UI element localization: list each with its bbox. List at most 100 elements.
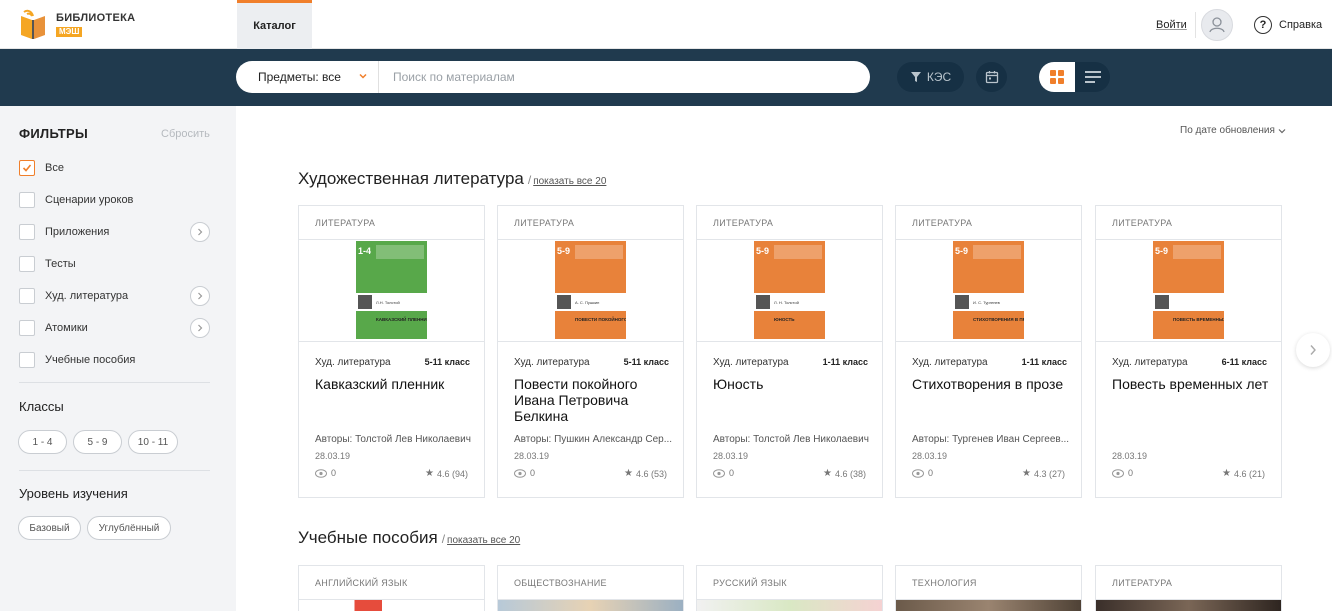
card-title[interactable]: Кавказский пленник xyxy=(315,376,472,392)
card-cover[interactable] xyxy=(896,600,1081,611)
grid-view-button[interactable] xyxy=(1039,62,1075,92)
kes-filter-button[interactable]: КЭС xyxy=(897,62,964,92)
top-header: БИБЛИОТЕКА МЭШ Каталог Войти ? Справка xyxy=(0,0,1332,49)
filter-item[interactable]: Приложения xyxy=(19,222,214,242)
list-view-button[interactable] xyxy=(1075,62,1110,92)
card-cover[interactable] xyxy=(498,600,683,611)
filter-label: Атомики xyxy=(45,322,88,334)
card-subject: ЛИТЕРАТУРА xyxy=(299,206,484,240)
svg-text:СТИХОТВОРЕНИЯ В ПРОЗЕ: СТИХОТВОРЕНИЯ В ПРОЗЕ xyxy=(973,317,1024,322)
divider xyxy=(19,470,210,471)
views-count: 0 xyxy=(331,468,337,478)
svg-text:Л. Н. Толстой: Л. Н. Толстой xyxy=(774,300,799,305)
filter-item[interactable]: Учебные пособия xyxy=(19,350,214,370)
rating-value: 4.6 (94) xyxy=(436,468,468,479)
sort-dropdown[interactable]: По дате обновления xyxy=(1180,125,1286,136)
search-box: Предметы: все xyxy=(236,61,870,93)
card-cover[interactable]: 1-4 Л.Н. Толстой КАВКАЗСКИЙ ПЛЕННИК xyxy=(299,240,484,342)
card-title[interactable]: Повести покойного Ивана Петровича Белкин… xyxy=(514,376,671,424)
subject-select[interactable]: Предметы: все xyxy=(236,61,379,93)
material-card[interactable]: ЛИТЕРАТУРА 1-4 Л.Н. Толстой КАВКАЗСКИЙ ПЛЕН… xyxy=(298,205,485,498)
expand-arrow-icon[interactable] xyxy=(190,318,210,338)
card-rating: ★ 4.6 (94) xyxy=(425,468,468,479)
filter-checkbox[interactable] xyxy=(19,352,35,368)
views-count: 0 xyxy=(530,468,536,478)
card-subject: РУССКИЙ ЯЗЫК xyxy=(697,566,882,600)
card-views: 0 xyxy=(1112,468,1133,478)
card-type: Худ. литература xyxy=(315,357,391,368)
library-logo[interactable]: БИБЛИОТЕКА МЭШ xyxy=(18,8,135,40)
question-icon: ? xyxy=(1254,16,1272,34)
grid-icon xyxy=(1050,70,1064,84)
logo-subtitle: МЭШ xyxy=(56,26,83,37)
views-count: 0 xyxy=(729,468,735,478)
card-cover[interactable]: 5-9 Л. Н. Толстой ЮНОСТЬ xyxy=(697,240,882,342)
filter-checkbox[interactable] xyxy=(19,224,35,240)
view-toggle xyxy=(1039,62,1110,92)
svg-text:Л.Н. Толстой: Л.Н. Толстой xyxy=(376,300,400,305)
tab-catalog[interactable]: Каталог xyxy=(237,0,312,49)
calendar-button[interactable] xyxy=(976,62,1007,92)
filters-title: ФИЛЬТРЫ xyxy=(19,126,89,141)
card-title[interactable]: Стихотворения в прозе xyxy=(912,376,1069,392)
section-title-textbooks: Учебные пособия / показать все 20 xyxy=(298,528,520,548)
filter-icon xyxy=(910,72,921,82)
avatar[interactable] xyxy=(1201,9,1233,41)
card-title[interactable]: Повесть временных лет xyxy=(1112,376,1269,392)
material-card[interactable]: РУССКИЙ ЯЗЫК xyxy=(696,565,883,611)
help-link[interactable]: ? Справка xyxy=(1254,16,1322,34)
filter-item[interactable]: Сценарии уроков xyxy=(19,190,214,210)
expand-arrow-icon[interactable] xyxy=(190,286,210,306)
level-pill-basic[interactable]: Базовый xyxy=(18,516,81,540)
svg-text:А. С. Пушкин: А. С. Пушкин xyxy=(575,300,599,305)
book-cover-image: 1-4 Л.Н. Толстой КАВКАЗСКИЙ ПЛЕННИК xyxy=(356,241,427,339)
material-card[interactable]: АНГЛИЙСКИЙ ЯЗЫК xyxy=(298,565,485,611)
rating-value: 4.3 (27) xyxy=(1033,468,1065,479)
card-date: 28.03.19 xyxy=(315,451,351,461)
material-card[interactable]: ТЕХНОЛОГИЯ xyxy=(895,565,1082,611)
card-type: Худ. литература xyxy=(514,357,590,368)
card-cover[interactable] xyxy=(299,600,484,611)
card-cover[interactable] xyxy=(1096,600,1281,611)
level-pill-advanced[interactable]: Углублённый xyxy=(87,516,171,540)
card-views: 0 xyxy=(315,468,336,478)
filter-label: Тесты xyxy=(45,258,76,270)
class-pill-10-11[interactable]: 10 - 11 xyxy=(128,430,178,454)
material-card[interactable]: ЛИТЕРАТУРА 5-9 Л. Н. Толстой ЮНОСТЬ Худ. лит… xyxy=(696,205,883,498)
filter-item[interactable]: Все xyxy=(19,158,214,178)
reset-filters-link[interactable]: Сбросить xyxy=(161,128,210,140)
search-input[interactable] xyxy=(379,62,870,92)
card-cover[interactable]: 5-9 А. С. Пушкин ПОВЕСТИ ПОКОЙНОГО ИВАН xyxy=(498,240,683,342)
material-card[interactable]: ОБЩЕСТВОЗНАНИЕ xyxy=(497,565,684,611)
material-card[interactable]: ЛИТЕРАТУРА 5-9 А. С. Пушкин ПОВЕСТИ ПОКОЙНО… xyxy=(497,205,684,498)
filter-checkbox[interactable] xyxy=(19,320,35,336)
filter-item[interactable]: Худ. литература xyxy=(19,286,214,306)
expand-arrow-icon[interactable] xyxy=(190,222,210,242)
section-heading: Учебные пособия xyxy=(298,528,438,547)
show-all-link[interactable]: показать все 20 xyxy=(447,535,520,546)
material-card[interactable]: ЛИТЕРАТУРА 5-9 И. С. Тургенев СТИХОТВОРЕНИЯ… xyxy=(895,205,1082,498)
filter-checkbox[interactable] xyxy=(19,192,35,208)
svg-text:1-4: 1-4 xyxy=(358,246,371,256)
filters-sidebar: ФИЛЬТРЫ Сбросить Все Сценарии уроков Прило… xyxy=(0,106,236,611)
card-cover[interactable]: 5-9 И. С. Тургенев СТИХОТВОРЕНИЯ В ПРОЗЕ xyxy=(896,240,1081,342)
filter-item[interactable]: Тесты xyxy=(19,254,214,274)
material-card[interactable]: ЛИТЕРАТУРА 5-9 ПОВЕСТЬ ВРЕМЕННЫХ ЛЕТ Худ. л… xyxy=(1095,205,1282,498)
material-card[interactable]: ЛИТЕРАТУРА xyxy=(1095,565,1282,611)
card-date: 28.03.19 xyxy=(514,451,550,461)
filter-checkbox[interactable] xyxy=(19,288,35,304)
card-cover[interactable] xyxy=(697,600,882,611)
carousel-next-button[interactable] xyxy=(1296,333,1330,367)
filter-item[interactable]: Атомики xyxy=(19,318,214,338)
login-link[interactable]: Войти xyxy=(1156,19,1187,31)
class-pill-1-4[interactable]: 1 - 4 xyxy=(18,430,67,454)
card-title[interactable]: Юность xyxy=(713,376,870,392)
filter-checkbox[interactable] xyxy=(19,160,35,176)
star-icon: ★ xyxy=(425,468,434,479)
show-all-link[interactable]: показать все 20 xyxy=(533,176,606,187)
card-cover[interactable]: 5-9 ПОВЕСТЬ ВРЕМЕННЫХ ЛЕТ xyxy=(1096,240,1281,342)
filter-checkbox[interactable] xyxy=(19,256,35,272)
filter-label: Учебные пособия xyxy=(45,354,136,366)
class-pill-5-9[interactable]: 5 - 9 xyxy=(73,430,122,454)
views-icon xyxy=(1112,468,1124,478)
